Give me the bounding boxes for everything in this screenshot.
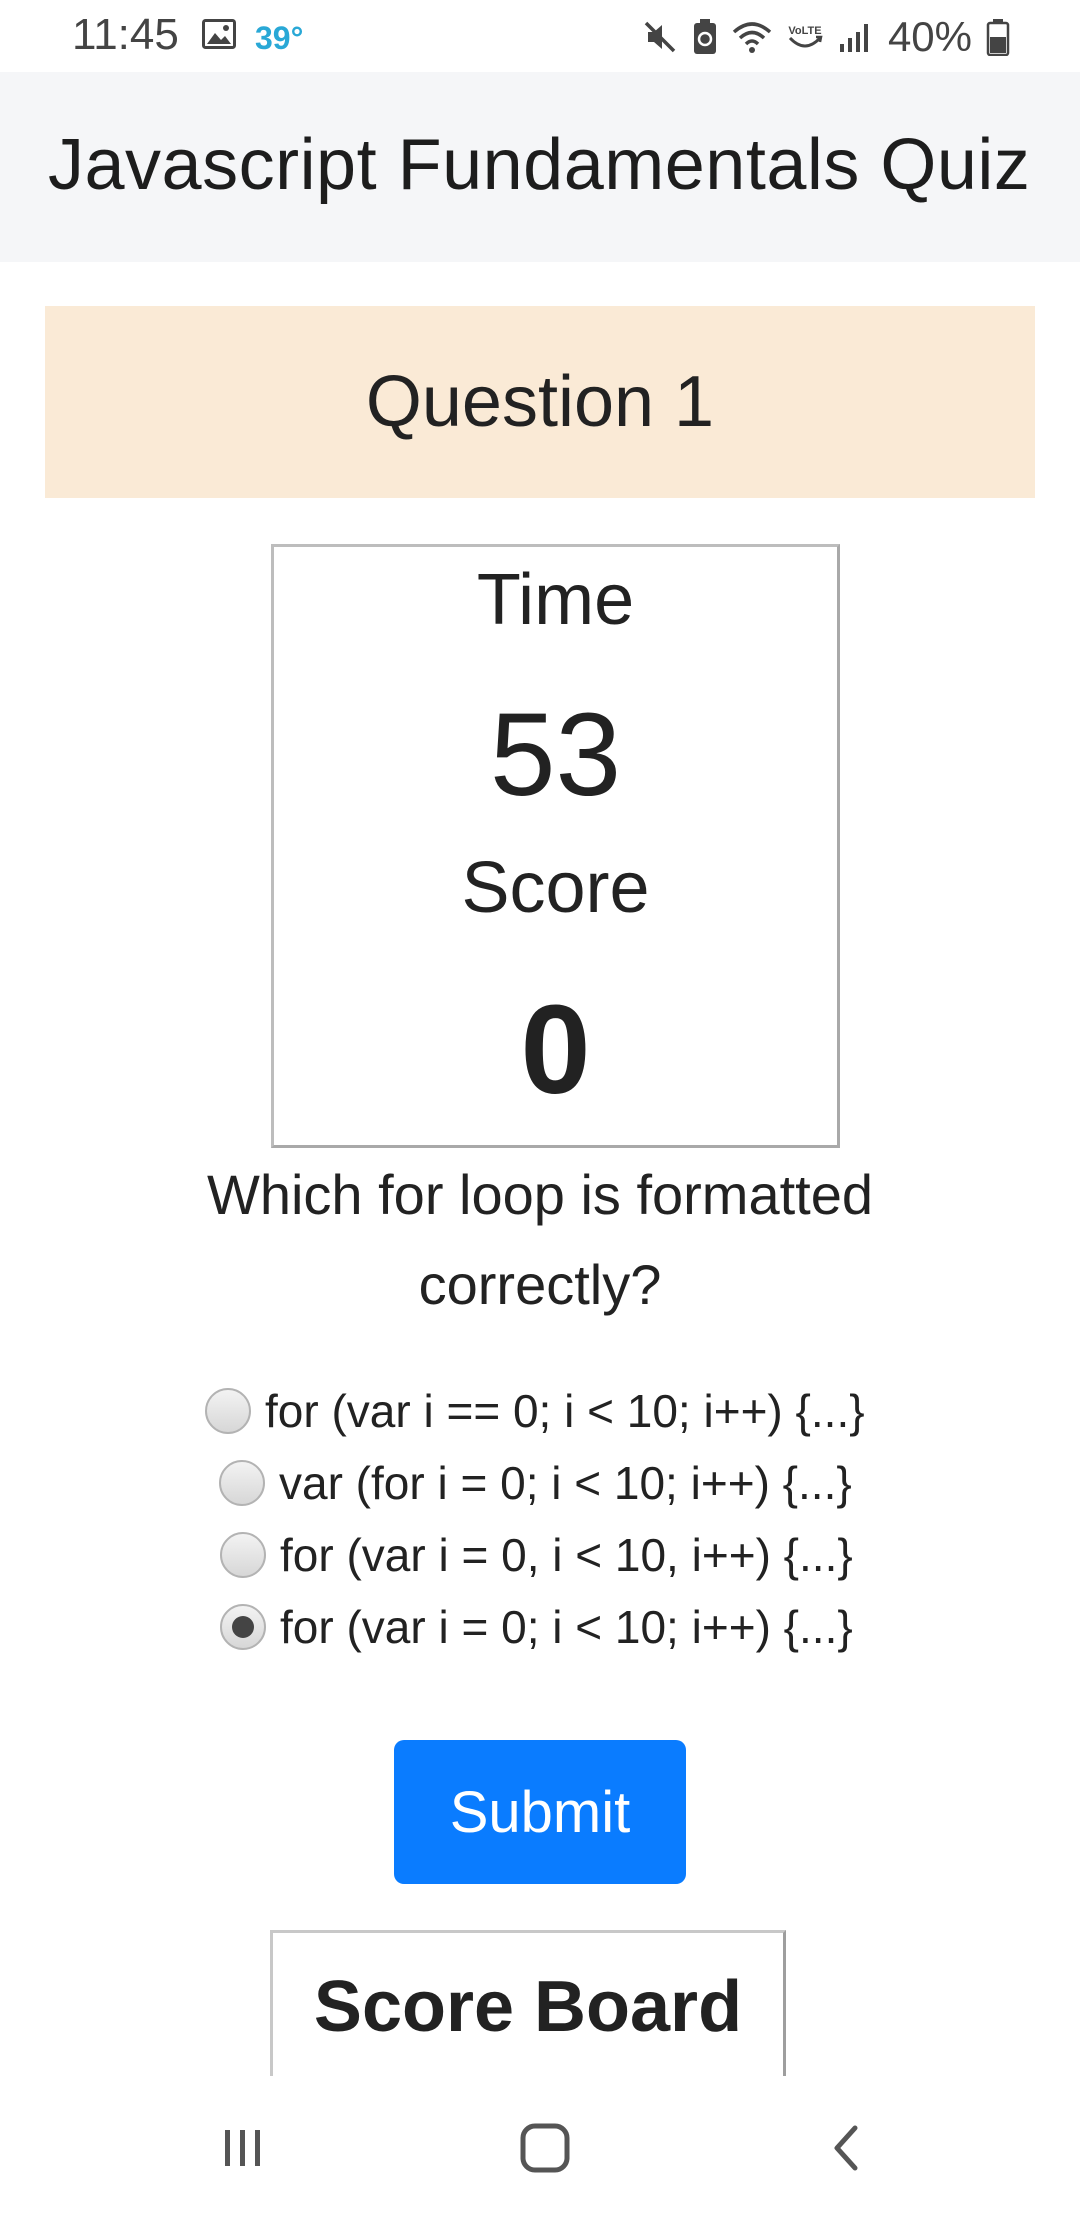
battery-icon: [986, 19, 1010, 56]
mute-icon: [644, 21, 676, 53]
score-label: Score: [461, 848, 650, 928]
battery-percentage: 40%: [887, 13, 972, 60]
answer-label: var (for i = 0; i < 10; i++) {...}: [279, 1457, 852, 1509]
home-icon: [520, 2123, 570, 2173]
signal-icon: [839, 24, 868, 52]
answer-option[interactable]: for (var i == 0; i < 10; i++) {...}: [205, 1375, 865, 1447]
battery-saver-icon: [693, 19, 716, 54]
status-bar: 11:45 39° VoLTE 40%: [0, 0, 1080, 72]
answer-option[interactable]: for (var i = 0; i < 10; i++) {...}: [220, 1591, 853, 1663]
radio-button[interactable]: [220, 1532, 266, 1578]
navigation-bar: [0, 2076, 1080, 2220]
answer-label: for (var i == 0; i < 10; i++) {...}: [265, 1385, 865, 1437]
recent-apps-icon: [225, 2130, 260, 2166]
scoreboard: Score Board: [270, 1930, 786, 2080]
radio-button[interactable]: [205, 1388, 251, 1434]
question-number: Question 1: [365, 362, 715, 442]
answer-option[interactable]: for (var i = 0, i < 10, i++) {...}: [220, 1519, 853, 1591]
question-text: Which for loop is formatted correctly?: [206, 1163, 874, 1316]
score-value: 0: [520, 979, 591, 1120]
answer-label: for (var i = 0, i < 10, i++) {...}: [280, 1529, 853, 1581]
radio-button-selected[interactable]: [220, 1604, 266, 1650]
radio-button[interactable]: [219, 1460, 265, 1506]
page-title: Javascript Fundamentals Quiz: [48, 125, 1031, 205]
gallery-icon: [202, 19, 236, 49]
question-banner: Question 1: [45, 306, 1035, 498]
scoreboard-title: Score Board: [313, 1966, 743, 2047]
time-value: 53: [489, 689, 622, 821]
svg-text:VoLTE: VoLTE: [788, 25, 821, 37]
answer-option[interactable]: var (for i = 0; i < 10; i++) {...}: [219, 1447, 852, 1519]
answer-label: for (var i = 0; i < 10; i++) {...}: [280, 1601, 853, 1653]
back-icon: [834, 2125, 858, 2171]
recent-apps-button[interactable]: [203, 2108, 283, 2188]
stats-box: Time 53 Score 0: [271, 544, 840, 1148]
back-button[interactable]: [807, 2108, 887, 2188]
status-icons: VoLTE 40%: [642, 12, 1010, 62]
home-button[interactable]: [505, 2108, 585, 2188]
time-label: Time: [476, 560, 635, 640]
wifi-icon: [732, 22, 772, 53]
volte-icon: VoLTE: [788, 25, 823, 48]
status-temperature: 39°: [255, 20, 304, 56]
submit-button[interactable]: Submit: [394, 1740, 686, 1884]
app-header: Javascript Fundamentals Quiz: [0, 72, 1080, 262]
status-time: 11:45: [72, 10, 179, 59]
